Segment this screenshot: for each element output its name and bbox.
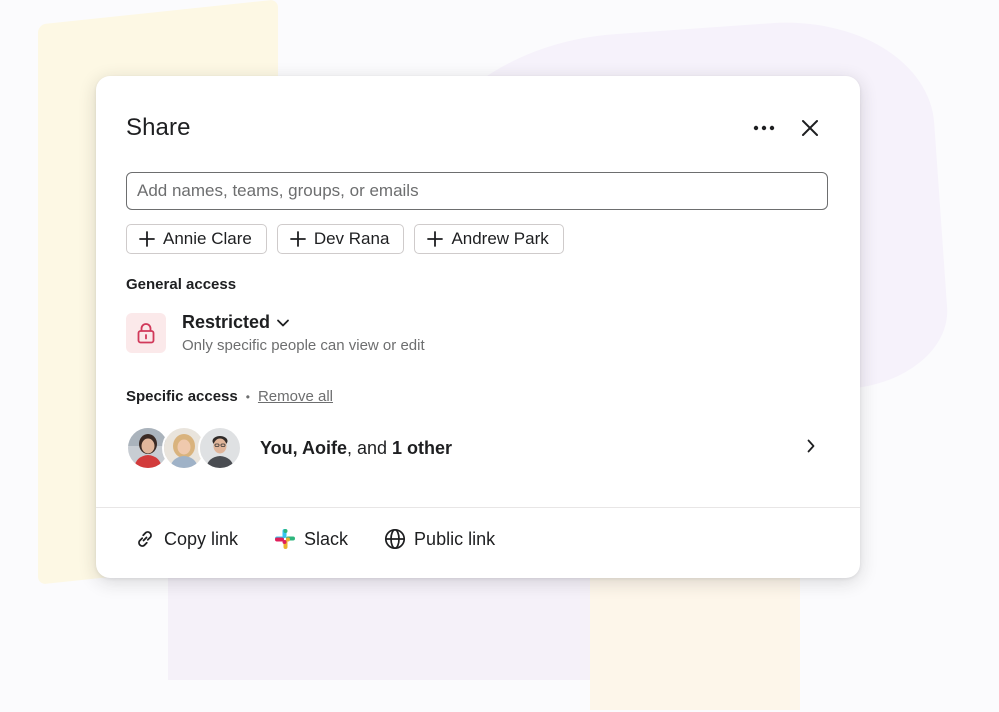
specific-access-heading: Specific access xyxy=(126,388,238,405)
dialog-title: Share xyxy=(126,114,191,141)
chevron-down-icon xyxy=(277,319,289,326)
suggestion-label: Annie Clare xyxy=(163,229,252,248)
general-access-row: Restricted Only specific people can view… xyxy=(126,312,425,354)
plus-icon xyxy=(427,231,444,247)
plus-icon xyxy=(139,231,155,247)
plus-icon xyxy=(289,231,306,247)
members-summary: You, Aoife, and 1 other xyxy=(260,438,452,459)
more-options-button[interactable] xyxy=(750,114,778,142)
access-level-dropdown[interactable]: Restricted xyxy=(182,312,425,333)
avatar xyxy=(198,426,242,470)
slack-label: Slack xyxy=(304,528,349,549)
copy-link-button[interactable]: Copy link xyxy=(134,528,238,550)
slack-share-button[interactable]: Slack xyxy=(274,528,348,550)
remove-all-link[interactable]: Remove all xyxy=(258,388,333,405)
close-icon xyxy=(802,120,818,136)
chevron-right-icon xyxy=(807,439,815,453)
general-access-text: Restricted Only specific people can view… xyxy=(182,312,425,354)
general-access-heading: General access xyxy=(126,276,237,293)
members-names: You, Aoife xyxy=(260,437,347,458)
suggestion-chip-dev-rana[interactable]: Dev Rana xyxy=(276,224,405,254)
share-search-input[interactable] xyxy=(126,172,828,210)
share-footer: Copy link Slack Public link xyxy=(134,528,495,550)
copy-link-label: Copy link xyxy=(164,528,239,549)
more-horizontal-icon xyxy=(753,125,775,131)
dialog-header-actions xyxy=(750,114,824,142)
members-count: 1 other xyxy=(392,437,453,458)
suggestion-label: Andrew Park xyxy=(451,229,549,248)
specific-access-header: Specific access • Remove all xyxy=(126,388,333,405)
link-icon xyxy=(138,531,152,547)
suggestion-chip-andrew-park[interactable]: Andrew Park xyxy=(414,224,564,254)
public-link-button[interactable]: Public link xyxy=(384,528,495,550)
suggestion-chip-annie-clare[interactable]: Annie Clare xyxy=(126,224,267,254)
close-button[interactable] xyxy=(796,114,824,142)
access-level-description: Only specific people can view or edit xyxy=(182,337,425,354)
suggestion-label: Dev Rana xyxy=(313,229,390,248)
background-shape xyxy=(590,560,800,710)
share-dialog: Share Annie Clare Dev Rana xyxy=(96,76,860,578)
lock-icon xyxy=(137,323,155,344)
avatar-stack xyxy=(126,426,242,470)
public-link-label: Public link xyxy=(414,528,496,549)
suggested-people: Annie Clare Dev Rana Andrew Park xyxy=(126,224,564,254)
specific-access-members-row[interactable]: You, Aoife, and 1 other xyxy=(126,426,826,470)
lock-icon-tile xyxy=(126,313,166,353)
background-shape xyxy=(168,560,608,680)
access-level-label: Restricted xyxy=(182,312,271,332)
footer-divider xyxy=(96,507,860,508)
slack-icon xyxy=(275,529,296,549)
globe-icon xyxy=(384,528,406,550)
members-joiner: , and xyxy=(347,437,393,458)
separator-dot: • xyxy=(245,389,250,404)
